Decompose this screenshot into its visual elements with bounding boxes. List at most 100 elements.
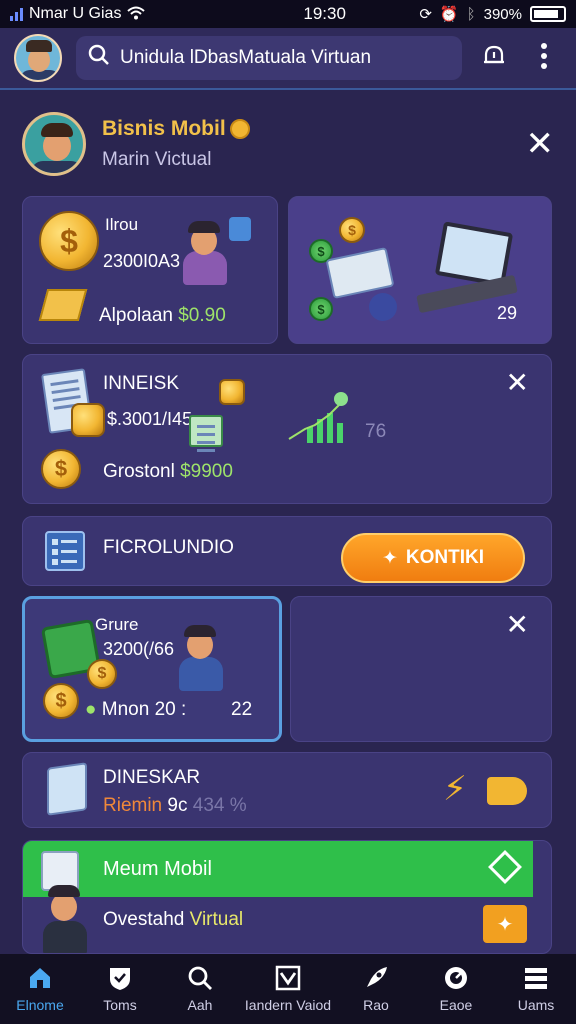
gold-bar-icon xyxy=(38,289,88,321)
close-button[interactable]: ✕ xyxy=(526,127,555,161)
dollar-coin-icon: $ xyxy=(41,449,81,489)
signal-icon xyxy=(10,7,23,21)
status-bar: Nmar U Gias 19:30 ⟳ ⏰ ᛒ 390% xyxy=(0,0,576,28)
search-input[interactable]: Unidula lDbasMatuala Virtuan xyxy=(76,36,462,80)
loan-label: Alpolaan xyxy=(99,305,173,326)
disk-value: 9c xyxy=(167,795,188,816)
store-card[interactable]: Grure 3200(/66 $ $ ● Mnon 20 : 22 xyxy=(22,596,282,742)
loan-card[interactable]: $ Ilrou 2300I0A3 Alpolaan $0.90 xyxy=(22,196,278,344)
businessman-icon xyxy=(175,617,235,697)
empty-panel-card[interactable]: ✕ xyxy=(290,596,552,742)
loan-amount: 2300I0A3 xyxy=(103,251,181,271)
wifi-icon xyxy=(127,6,146,23)
nav-label: Toms xyxy=(103,997,137,1013)
clock: 19:30 xyxy=(303,4,346,23)
promo-title: FICROLUNDIO xyxy=(103,537,234,558)
nav-item-vaiod[interactable]: Iandern Vaiod xyxy=(240,965,336,1013)
close-button[interactable]: ✕ xyxy=(506,369,529,397)
bluetooth-icon: ᛒ xyxy=(466,5,476,23)
nav-label: Rao xyxy=(363,997,389,1013)
shield-icon xyxy=(107,965,133,991)
investment-amount: $.3001/I45 xyxy=(107,409,193,429)
gauge-icon xyxy=(443,965,469,991)
disk-stat: 434 % xyxy=(192,795,247,816)
boost-icon: ✦ xyxy=(496,913,514,936)
investment-stat: 76 xyxy=(365,421,387,442)
bell-icon xyxy=(481,43,507,74)
star-badge-icon xyxy=(369,293,397,321)
store-check-icon: ● xyxy=(85,699,97,720)
top-bar: Unidula lDbasMatuala Virtuan xyxy=(0,28,576,90)
nav-item-uams[interactable]: Uams xyxy=(496,965,576,1013)
nav-item-search[interactable]: Aah xyxy=(160,965,240,1013)
sync-icon: ⟳ xyxy=(419,6,432,23)
search-icon xyxy=(187,965,213,991)
server-box-icon xyxy=(47,762,87,816)
rocket-icon xyxy=(363,965,389,991)
kontiki-button[interactable]: ✦ KONTIKI xyxy=(341,533,525,583)
dollar-coin-icon: $ xyxy=(39,211,99,271)
badge-icon xyxy=(229,217,251,241)
investment-title: INNEISK xyxy=(103,373,180,394)
more-vertical-icon xyxy=(540,42,548,75)
page-title: Bisnis Mobil xyxy=(102,117,226,140)
nav-item-home[interactable]: Elnome xyxy=(0,965,80,1013)
laptop-card[interactable]: $ $ $ 29 xyxy=(288,196,552,344)
disk-label: Riemin xyxy=(103,795,163,816)
store-label: Mnon xyxy=(101,699,150,720)
carrier-label: Nmar U Gias xyxy=(29,5,122,22)
nav-item-toms[interactable]: Toms xyxy=(80,965,160,1013)
mission-banner-text: Meum Mobil xyxy=(103,857,212,880)
dollar-coin-icon: $ xyxy=(43,683,79,719)
bottom-navigation: Elnome Toms Aah Iandern Vaiod Rao Eaoe U… xyxy=(0,954,576,1024)
investment-label: Grostonl xyxy=(103,461,175,482)
alarm-icon: ⏰ xyxy=(439,6,459,23)
battery-icon xyxy=(530,6,566,22)
businessman-avatar-icon xyxy=(37,879,97,953)
report-icon xyxy=(189,415,223,447)
mission-label: Ovestahd xyxy=(103,909,185,930)
mission-banner[interactable]: Meum Mobil xyxy=(23,841,533,897)
disk-title: DINESKAR xyxy=(103,767,201,788)
coin-icon: $ xyxy=(339,217,365,243)
close-button[interactable]: ✕ xyxy=(506,611,529,639)
form-icon xyxy=(45,531,85,571)
kontiki-button-label: KONTIKI xyxy=(405,547,485,568)
investment-value: $9900 xyxy=(180,461,233,482)
nav-label: Eaoe xyxy=(439,997,473,1013)
store-number: 20 : xyxy=(154,699,187,720)
laptop-value: 29 xyxy=(497,303,518,323)
home-icon xyxy=(27,965,53,991)
mission-card[interactable]: Meum Mobil Ovestahd Virtual ✦ xyxy=(22,840,552,954)
dollar-coin-icon: $ xyxy=(87,659,117,689)
list-icon xyxy=(523,965,549,991)
check-icon xyxy=(275,965,301,991)
disk-card[interactable]: DINESKAR Riemin 9c 434 % ⚡ xyxy=(22,752,552,828)
promo-card[interactable]: FICROLUNDIO ✦ KONTIKI xyxy=(22,516,552,586)
store-tag: Grure xyxy=(95,615,139,634)
boost-button[interactable]: ✦ xyxy=(483,905,527,943)
nav-label: Elnome xyxy=(16,997,64,1013)
search-text: Unidula lDbasMatuala Virtuan xyxy=(120,47,372,68)
loan-tag: Ilrou xyxy=(105,215,139,234)
lightning-icon: ⚡ xyxy=(443,770,467,808)
notification-bell-button[interactable] xyxy=(476,40,512,76)
coin-stack-icon xyxy=(71,403,105,437)
store-amount: 3200(/66 xyxy=(103,639,175,659)
nav-item-rao[interactable]: Rao xyxy=(336,965,416,1013)
profile-avatar[interactable] xyxy=(14,34,62,82)
loan-value: $0.90 xyxy=(178,305,226,326)
nav-label: Iandern Vaiod xyxy=(244,997,332,1013)
diamond-icon xyxy=(488,850,522,884)
investment-card[interactable]: INNEISK $.3001/I45 $ Grostonl $9900 76 ✕ xyxy=(22,354,552,504)
store-value: 22 xyxy=(231,699,253,720)
tag-icon xyxy=(487,777,527,805)
nav-label: Aah xyxy=(187,997,213,1013)
business-avatar xyxy=(22,112,86,176)
coin-icon xyxy=(229,119,250,139)
battery-percent: 390% xyxy=(483,5,522,23)
more-menu-button[interactable] xyxy=(526,40,562,76)
cash-stack-icon xyxy=(325,246,395,300)
nav-item-eaoe[interactable]: Eaoe xyxy=(416,965,496,1013)
sparkle-icon: ✦ xyxy=(381,547,398,569)
